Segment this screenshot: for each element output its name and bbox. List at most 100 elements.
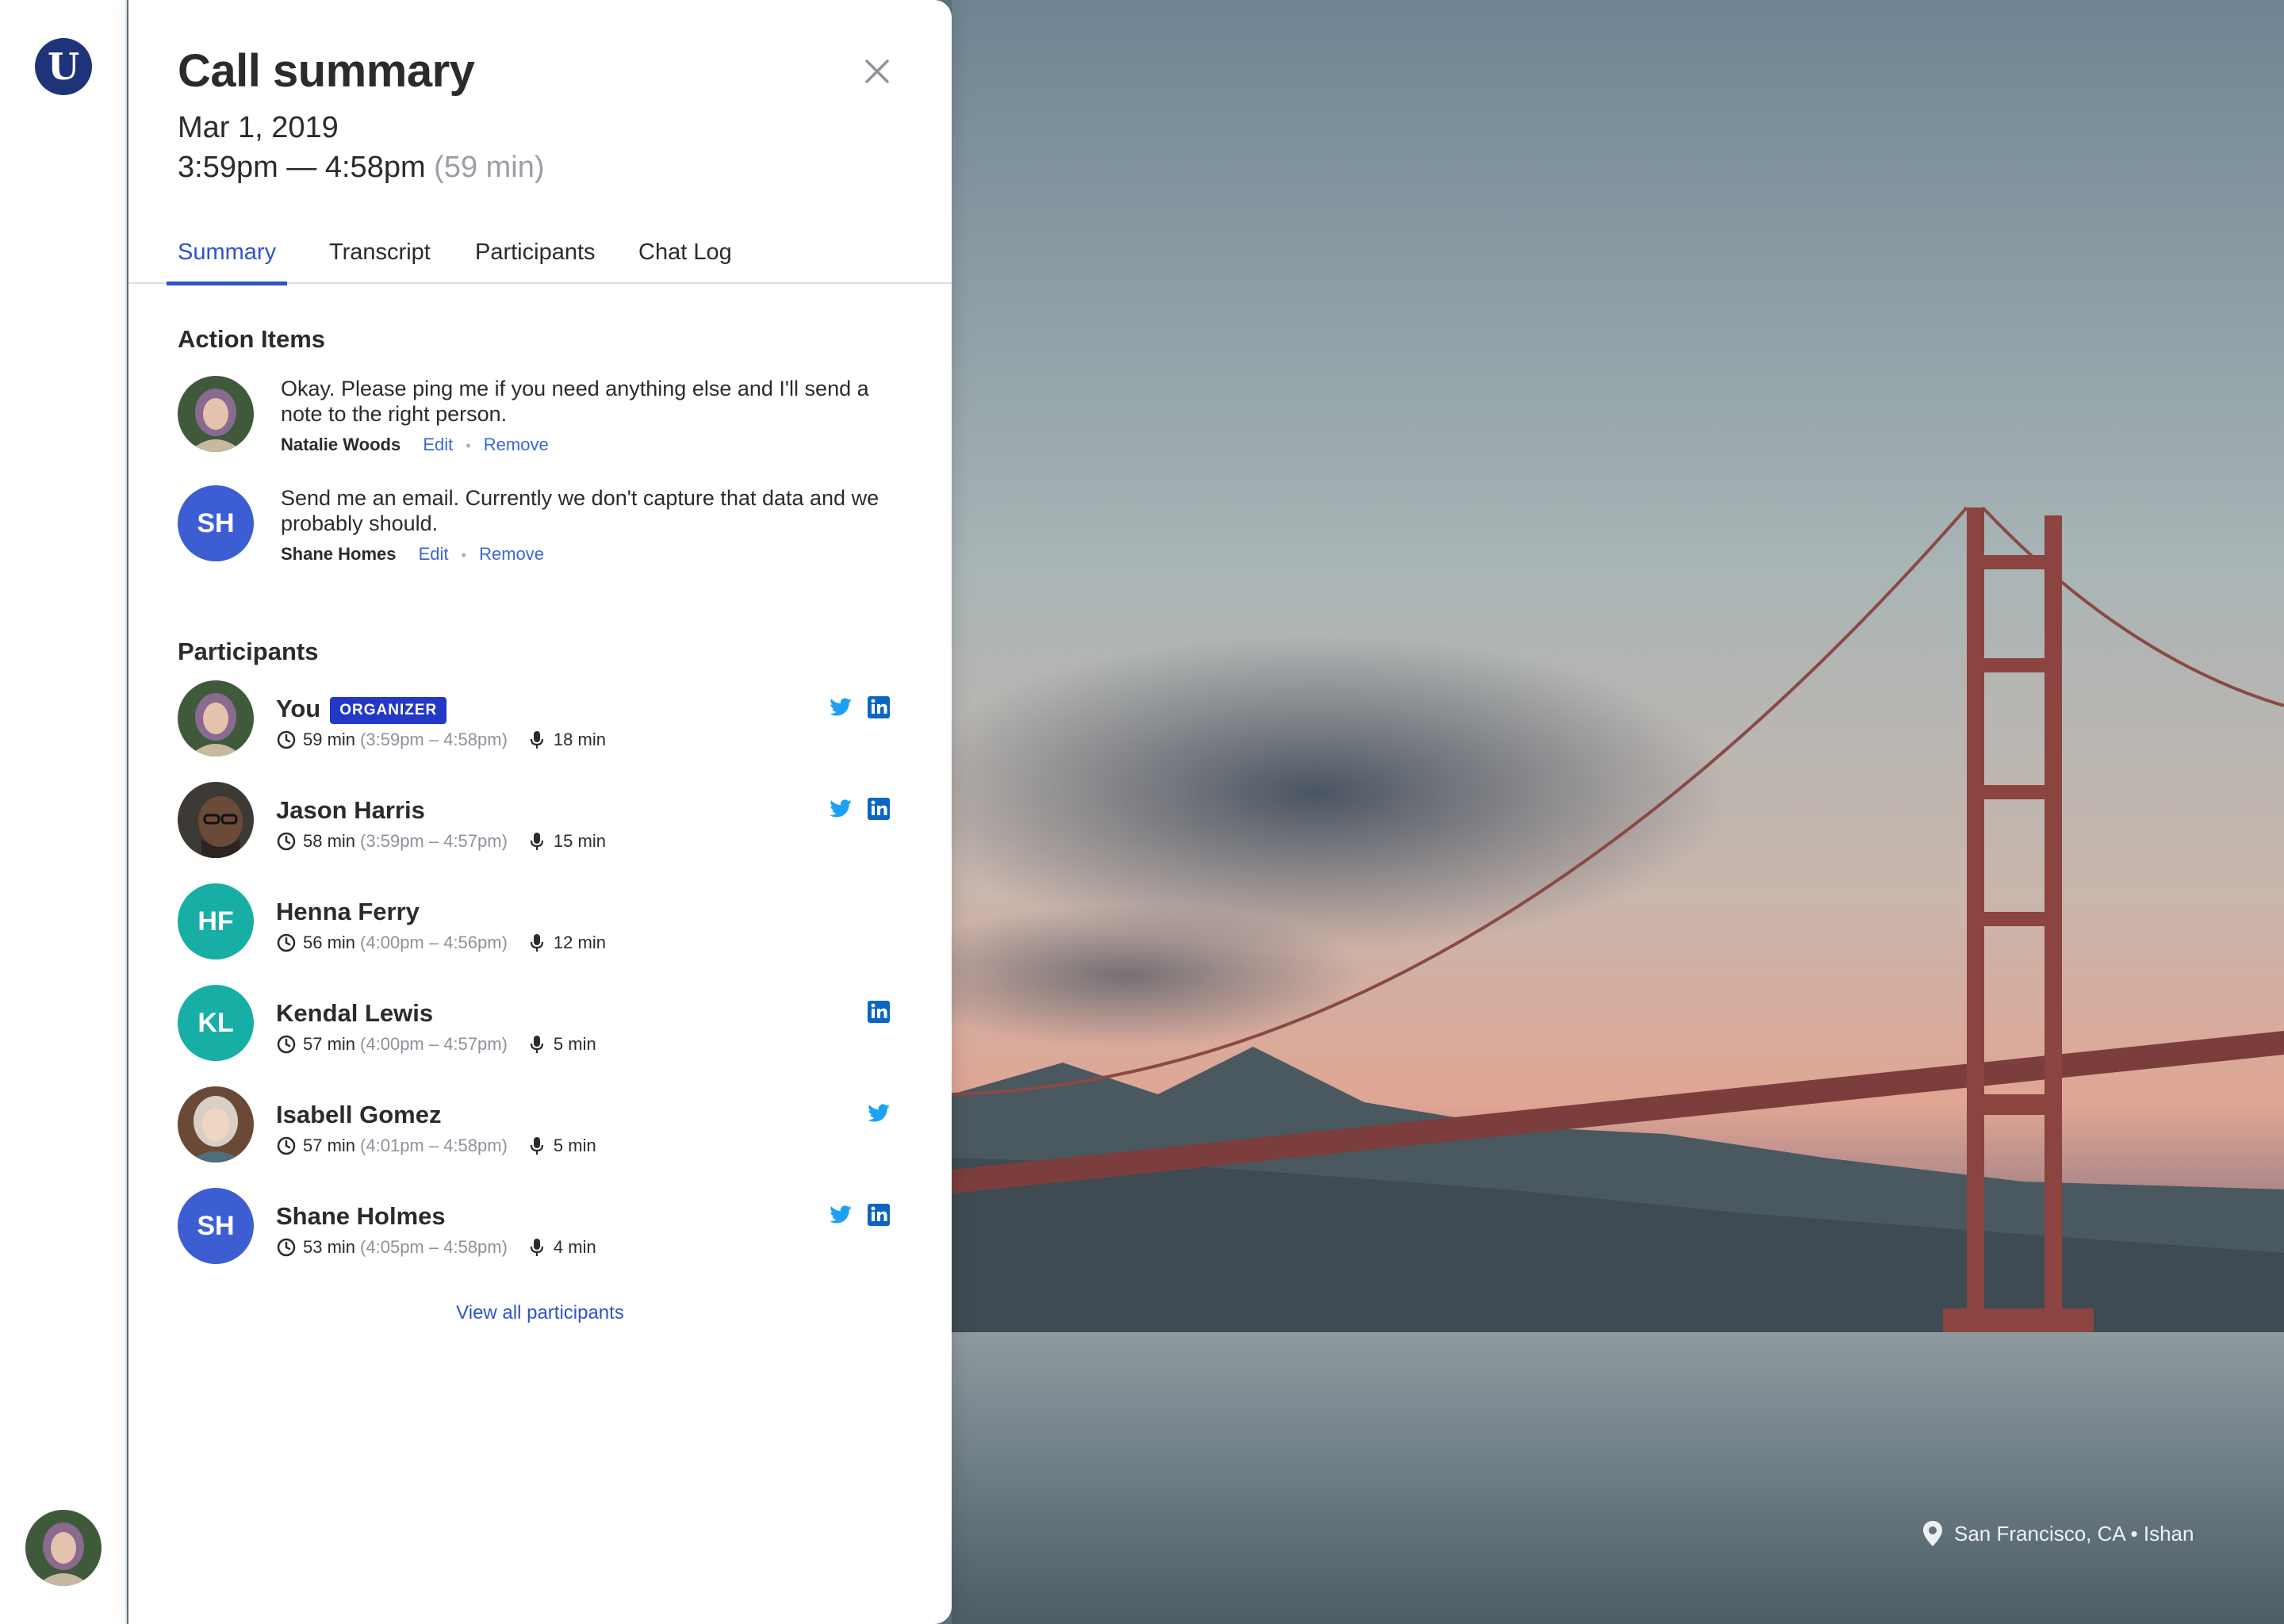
avatar: HF	[178, 883, 254, 959]
action-item-meta: Shane Homes Edit • Remove	[281, 544, 544, 565]
microphone-icon	[530, 1036, 544, 1053]
microphone-icon	[530, 1239, 544, 1256]
avatar	[178, 782, 254, 858]
avatar: SH	[178, 485, 254, 561]
avatar-initials: SH	[197, 508, 235, 538]
call-duration: (59 min)	[434, 151, 545, 184]
participant-duration: 59 min	[303, 730, 356, 749]
twitter-icon[interactable]	[866, 1101, 891, 1126]
page-title: Call summary	[178, 45, 475, 97]
user-avatar[interactable]	[25, 1510, 102, 1586]
remove-link[interactable]: Remove	[479, 544, 544, 564]
view-all-participants-link[interactable]: View all participants	[128, 1302, 952, 1324]
action-item-author: Natalie Woods	[281, 435, 401, 454]
microphone-icon	[530, 1137, 544, 1155]
separator-dot: •	[466, 438, 471, 454]
participant-meta: 58 min (3:59pm – 4:57pm) 15 min	[276, 831, 606, 852]
participant-duration: 53 min	[303, 1237, 356, 1257]
microphone-icon	[530, 934, 544, 952]
location-pin-icon	[1923, 1521, 1942, 1546]
participant-row: HF Henna Ferry 56 min (4:00pm – 4:56pm) …	[178, 883, 898, 963]
action-item-text: Send me an email. Currently we don't cap…	[281, 486, 879, 535]
user-photo-icon	[25, 1510, 102, 1586]
participant-talk-time: 12 min	[553, 933, 606, 952]
clock-icon	[277, 933, 296, 952]
participant-row: SH Shane Holmes 53 min (4:05pm – 4:58pm)…	[178, 1188, 898, 1267]
clock-icon	[277, 1238, 296, 1257]
clock-icon	[277, 730, 296, 749]
linkedin-icon[interactable]	[866, 796, 891, 822]
bridge-landscape-image	[952, 0, 2284, 1624]
avatar	[178, 376, 254, 452]
participant-duration: 58 min	[303, 831, 356, 851]
participant-name: Shane Holmes	[276, 1202, 446, 1230]
avatar-initials: HF	[197, 906, 234, 936]
participants-title: Participants	[178, 638, 319, 665]
linkedin-icon[interactable]	[866, 999, 891, 1025]
tab-summary[interactable]: Summary	[166, 239, 288, 285]
microphone-icon	[530, 833, 544, 850]
action-item: Okay. Please ping me if you need anythin…	[178, 376, 891, 463]
participant-meta: 56 min (4:00pm – 4:56pm) 12 min	[276, 933, 606, 953]
participant-talk-time: 5 min	[553, 1034, 596, 1054]
participant-time-range: (4:00pm – 4:57pm)	[360, 1034, 508, 1054]
avatar	[178, 680, 254, 756]
close-button[interactable]	[858, 52, 896, 90]
clock-icon	[277, 1035, 296, 1054]
participant-time-range: (3:59pm – 4:57pm)	[360, 831, 508, 851]
clock-icon	[277, 832, 296, 851]
action-items-title: Action Items	[178, 325, 326, 353]
action-item: SH Send me an email. Currently we don't …	[178, 485, 891, 573]
participant-row: Isabell Gomez 57 min (4:01pm – 4:58pm) 5…	[178, 1086, 898, 1166]
participant-row: KL Kendal Lewis 57 min (4:00pm – 4:57pm)…	[178, 985, 898, 1064]
call-date: Mar 1, 2019	[178, 111, 339, 144]
participant-row: You ORGANIZER 59 min (3:59pm – 4:58pm) 18…	[178, 680, 898, 760]
participant-talk-time: 18 min	[553, 730, 606, 749]
call-time: 3:59pm — 4:58pm (59 min)	[178, 151, 545, 185]
avatar: KL	[178, 985, 254, 1061]
edit-link[interactable]: Edit	[419, 544, 449, 564]
remove-link[interactable]: Remove	[484, 435, 549, 454]
person-photo-icon	[178, 782, 254, 858]
person-photo-icon	[178, 376, 254, 452]
close-icon	[865, 59, 889, 83]
person-photo-icon	[178, 680, 254, 756]
participant-duration: 56 min	[303, 933, 356, 952]
participant-duration: 57 min	[303, 1136, 356, 1155]
participant-talk-time: 15 min	[553, 831, 606, 851]
background-photo	[952, 0, 2284, 1624]
avatar-initials: SH	[197, 1210, 235, 1241]
edit-link[interactable]: Edit	[423, 435, 453, 454]
caption-text: San Francisco, CA • Ishan	[1954, 1521, 2194, 1545]
call-summary-panel: Call summary Mar 1, 2019 3:59pm — 4:58pm…	[128, 0, 952, 1624]
organizer-badge: ORGANIZER	[330, 697, 447, 724]
clock-icon	[277, 1136, 296, 1155]
participant-name-text: You	[276, 695, 321, 722]
call-time-range: 3:59pm — 4:58pm	[178, 151, 426, 184]
action-item-meta: Natalie Woods Edit • Remove	[281, 435, 549, 455]
participant-meta: 53 min (4:05pm – 4:58pm) 4 min	[276, 1237, 596, 1258]
brand-logo[interactable]: U	[35, 38, 92, 95]
action-item-text: Okay. Please ping me if you need anythin…	[281, 377, 869, 426]
microphone-icon	[530, 731, 544, 749]
tab-bar: Summary Transcript Participants Chat Log	[128, 232, 952, 285]
participant-meta: 59 min (3:59pm – 4:58pm) 18 min	[276, 730, 606, 750]
participant-time-range: (4:00pm – 4:56pm)	[360, 933, 508, 952]
participant-name: Kendal Lewis	[276, 999, 434, 1027]
photo-caption: San Francisco, CA • Ishan	[1922, 1521, 2194, 1546]
twitter-icon[interactable]	[828, 695, 853, 720]
linkedin-icon[interactable]	[866, 1202, 891, 1228]
participant-name: Henna Ferry	[276, 898, 420, 925]
tab-participants[interactable]: Participants	[475, 239, 596, 284]
twitter-icon[interactable]	[828, 796, 853, 822]
brand-letter: U	[47, 45, 80, 88]
tab-transcript[interactable]: Transcript	[329, 239, 431, 284]
participant-time-range: (4:05pm – 4:58pm)	[360, 1237, 508, 1257]
participant-name: Jason Harris	[276, 796, 425, 824]
linkedin-icon[interactable]	[866, 695, 891, 720]
participant-meta: 57 min (4:01pm – 4:58pm) 5 min	[276, 1136, 596, 1156]
action-item-author: Shane Homes	[281, 544, 397, 564]
twitter-icon[interactable]	[828, 1202, 853, 1228]
tab-chat-log[interactable]: Chat Log	[638, 239, 732, 284]
avatar-initials: KL	[197, 1007, 234, 1038]
